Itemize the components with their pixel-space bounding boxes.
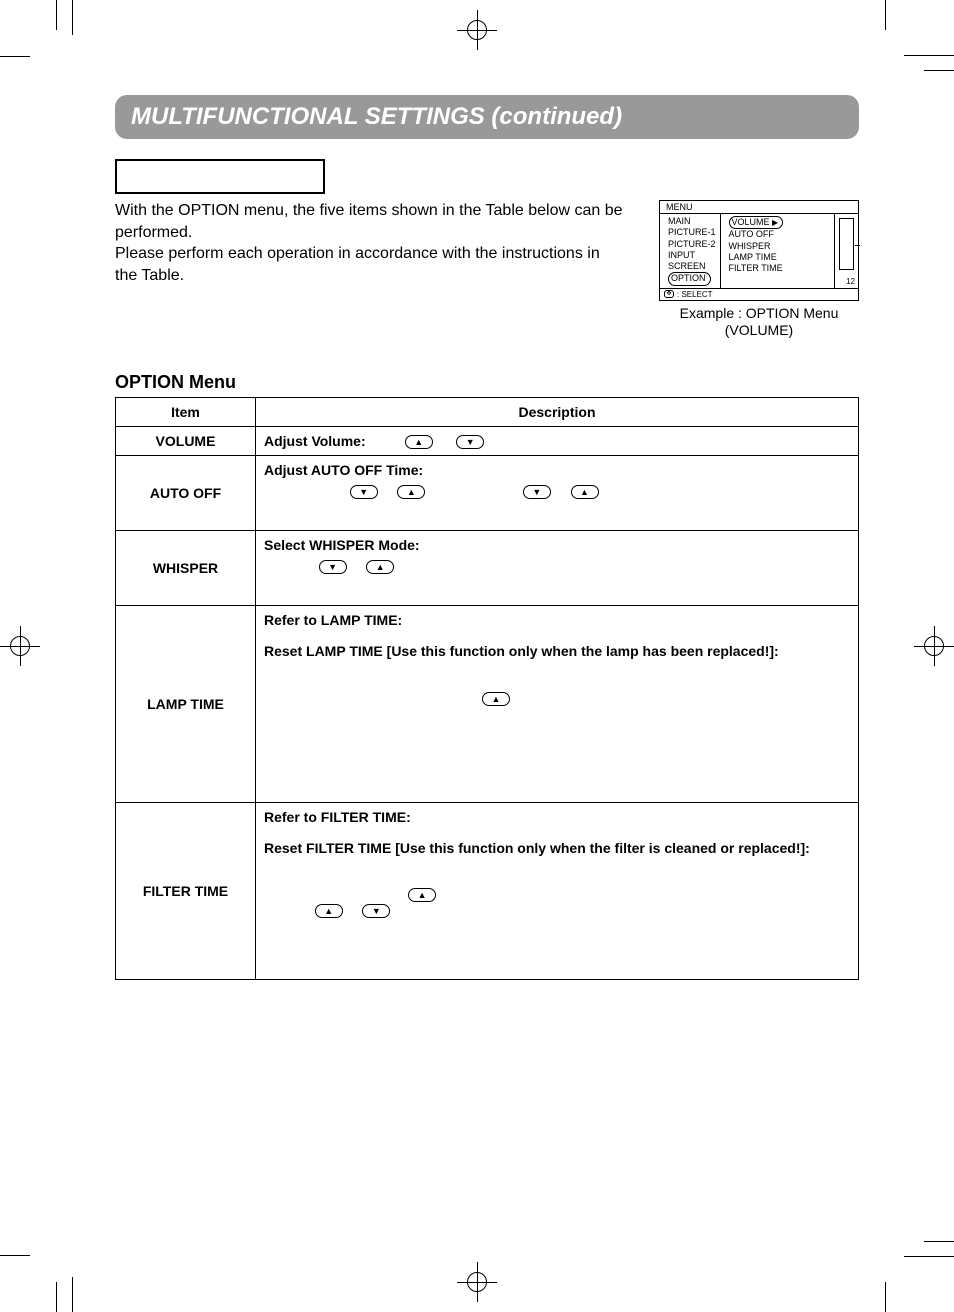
- row-desc-whisper: Select WHISPER Mode: ▼ ▲: [256, 531, 859, 606]
- crop-mark: [885, 1282, 886, 1312]
- crop-mark: [72, 0, 73, 35]
- osd-left-item: PICTURE-2: [668, 239, 716, 250]
- option-table: Item Description VOLUME Adjust Volume: ▲…: [115, 397, 859, 981]
- blank-label-box: [115, 159, 325, 194]
- crop-mark: [904, 1256, 954, 1257]
- row-item-filtertime: FILTER TIME: [116, 802, 256, 980]
- registration-mark-bottom: [457, 1262, 497, 1302]
- section-heading: OPTION Menu: [115, 372, 859, 393]
- osd-right-item: AUTO OFF: [729, 229, 830, 240]
- desc-label: Refer to LAMP TIME:: [264, 612, 402, 628]
- osd-example: MENU MAIN PICTURE-1 PICTURE-2 INPUT SCRE…: [659, 200, 859, 340]
- crop-mark: [885, 0, 886, 30]
- crop-mark: [56, 1282, 57, 1312]
- osd-slider: 12: [834, 214, 858, 288]
- row-desc-volume: Adjust Volume: ▲ ▼: [256, 426, 859, 455]
- osd-right-item: LAMP TIME: [729, 252, 830, 263]
- osd-panel: MENU MAIN PICTURE-1 PICTURE-2 INPUT SCRE…: [659, 200, 859, 301]
- row-item-autooff: AUTO OFF: [116, 455, 256, 530]
- osd-left-column: MAIN PICTURE-1 PICTURE-2 INPUT SCREEN OP…: [660, 214, 721, 288]
- osd-right-item: FILTER TIME: [729, 263, 830, 274]
- up-button-icon: ▲: [366, 560, 394, 574]
- table-row: FILTER TIME Refer to FILTER TIME: Reset …: [116, 802, 859, 980]
- up-button-icon: ▲: [482, 692, 510, 706]
- page-title: MULTIFUNCTIONAL SETTINGS (continued): [115, 95, 859, 139]
- nav-icon: ✥: [664, 290, 674, 298]
- osd-menu-label: MENU: [660, 201, 858, 213]
- osd-left-item: SCREEN: [668, 261, 716, 272]
- table-row: LAMP TIME Refer to LAMP TIME: Reset LAMP…: [116, 606, 859, 802]
- row-desc-filtertime: Refer to FILTER TIME: Reset FILTER TIME …: [256, 802, 859, 980]
- osd-left-item: OPTION: [668, 272, 716, 285]
- row-desc-autooff: Adjust AUTO OFF Time: ▼ ▲ ▼ ▲: [256, 455, 859, 530]
- down-button-icon: ▼: [523, 485, 551, 499]
- desc-label: Reset FILTER TIME [Use this function onl…: [264, 840, 810, 856]
- osd-left-item: PICTURE-1: [668, 227, 716, 238]
- desc-label: Select WHISPER Mode:: [264, 537, 420, 553]
- osd-right-item: VOLUME ▶: [729, 216, 830, 229]
- crop-mark: [72, 1277, 73, 1312]
- desc-label: Refer to FILTER TIME:: [264, 809, 411, 825]
- crop-mark: [0, 1255, 30, 1256]
- up-button-icon: ▲: [571, 485, 599, 499]
- desc-label: Adjust Volume:: [264, 433, 366, 449]
- osd-footer: ✥ : SELECT: [660, 288, 858, 300]
- osd-footer-text: : SELECT: [677, 290, 713, 299]
- osd-right-item: WHISPER: [729, 241, 830, 252]
- row-item-volume: VOLUME: [116, 426, 256, 455]
- th-desc: Description: [256, 397, 859, 426]
- desc-label: Reset LAMP TIME [Use this function only …: [264, 643, 779, 659]
- crop-mark: [56, 0, 57, 30]
- table-row: AUTO OFF Adjust AUTO OFF Time: ▼ ▲ ▼ ▲: [116, 455, 859, 530]
- row-desc-lamptime: Refer to LAMP TIME: Reset LAMP TIME [Use…: [256, 606, 859, 802]
- registration-mark-left: [0, 626, 40, 666]
- up-button-icon: ▲: [405, 435, 433, 449]
- table-row: VOLUME Adjust Volume: ▲ ▼: [116, 426, 859, 455]
- row-item-lamptime: LAMP TIME: [116, 606, 256, 802]
- crop-mark: [0, 56, 30, 57]
- osd-left-item: INPUT: [668, 250, 716, 261]
- up-button-icon: ▲: [408, 888, 436, 902]
- down-button-icon: ▼: [456, 435, 484, 449]
- osd-left-item: MAIN: [668, 216, 716, 227]
- registration-mark-top: [457, 10, 497, 50]
- row-item-whisper: WHISPER: [116, 531, 256, 606]
- registration-mark-right: [914, 626, 954, 666]
- table-header-row: Item Description: [116, 397, 859, 426]
- osd-caption: Example : OPTION Menu (VOLUME): [659, 305, 859, 340]
- table-row: WHISPER Select WHISPER Mode: ▼ ▲: [116, 531, 859, 606]
- down-button-icon: ▼: [362, 904, 390, 918]
- osd-slider-value: 12: [846, 277, 855, 286]
- osd-right-column: VOLUME ▶ AUTO OFF WHISPER LAMP TIME FILT…: [721, 214, 834, 288]
- down-button-icon: ▼: [350, 485, 378, 499]
- intro-text: With the OPTION menu, the five items sho…: [115, 200, 625, 286]
- desc-label: Adjust AUTO OFF Time:: [264, 462, 423, 478]
- page-content: MULTIFUNCTIONAL SETTINGS (continued) Wit…: [115, 95, 859, 980]
- intro-p2: Please perform each operation in accorda…: [115, 245, 600, 284]
- up-button-icon: ▲: [315, 904, 343, 918]
- intro-p1: With the OPTION menu, the five items sho…: [115, 202, 623, 241]
- crop-mark: [924, 70, 954, 71]
- down-button-icon: ▼: [319, 560, 347, 574]
- up-button-icon: ▲: [397, 485, 425, 499]
- th-item: Item: [116, 397, 256, 426]
- crop-mark: [924, 1241, 954, 1242]
- crop-mark: [904, 55, 954, 56]
